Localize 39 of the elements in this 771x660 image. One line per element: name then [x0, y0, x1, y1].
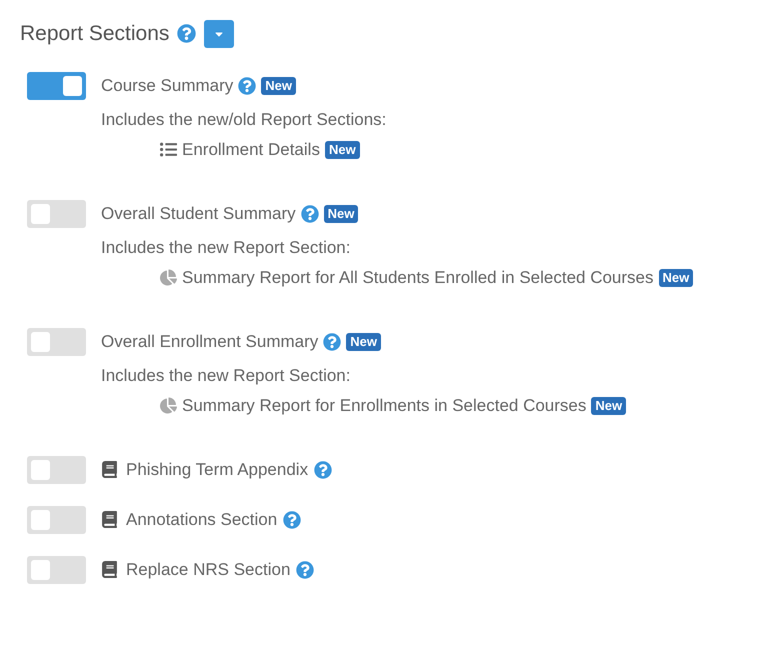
- toggle-switch[interactable]: [27, 556, 86, 584]
- section-label: Overall Enrollment Summary: [101, 330, 318, 353]
- dropdown-button[interactable]: [204, 20, 234, 48]
- book-icon: [102, 511, 117, 528]
- subsection-label: Summary Report for All Students Enrolled in Selected Courses: [182, 266, 654, 288]
- section-label: Replace NRS Section: [126, 558, 290, 581]
- section-label: Phishing Term Appendix: [126, 458, 308, 481]
- help-icon[interactable]: [314, 460, 332, 478]
- list-icon: [160, 141, 177, 158]
- section-description: Includes the new Report Section:: [101, 364, 352, 386]
- toggle-switch[interactable]: [27, 72, 86, 100]
- help-icon[interactable]: [296, 560, 314, 578]
- new-badge: New: [261, 76, 296, 94]
- toggle-switch[interactable]: [27, 506, 86, 534]
- pie-chart-icon: [160, 397, 177, 414]
- section-description: Includes the new/old Report Sections:: [101, 108, 386, 130]
- new-badge: New: [591, 396, 626, 414]
- book-icon: [102, 561, 117, 578]
- help-icon[interactable]: [283, 510, 302, 528]
- pie-chart-icon: [160, 269, 177, 286]
- section-label: Course Summary: [101, 74, 234, 97]
- section-label: Annotations Section: [126, 508, 278, 531]
- toggle-switch[interactable]: [27, 456, 86, 484]
- subsection-label: Enrollment Details: [182, 138, 320, 160]
- new-badge: New: [324, 204, 358, 222]
- section-title: Report Sections: [20, 21, 170, 47]
- help-icon[interactable]: [177, 24, 196, 44]
- help-icon[interactable]: [323, 332, 342, 350]
- subsection-label: Summary Report for Enrollments in Selected Courses: [182, 394, 586, 416]
- help-icon[interactable]: [238, 76, 256, 94]
- toggle-switch[interactable]: [27, 328, 86, 356]
- section-description: Includes the new Report Section:: [101, 236, 352, 258]
- new-badge: New: [658, 268, 694, 286]
- new-badge: New: [324, 140, 360, 158]
- new-badge: New: [346, 332, 382, 350]
- book-icon: [102, 461, 117, 478]
- section-label: Overall Student Summary: [101, 202, 296, 225]
- toggle-switch[interactable]: [27, 200, 86, 228]
- help-icon[interactable]: [300, 204, 319, 222]
